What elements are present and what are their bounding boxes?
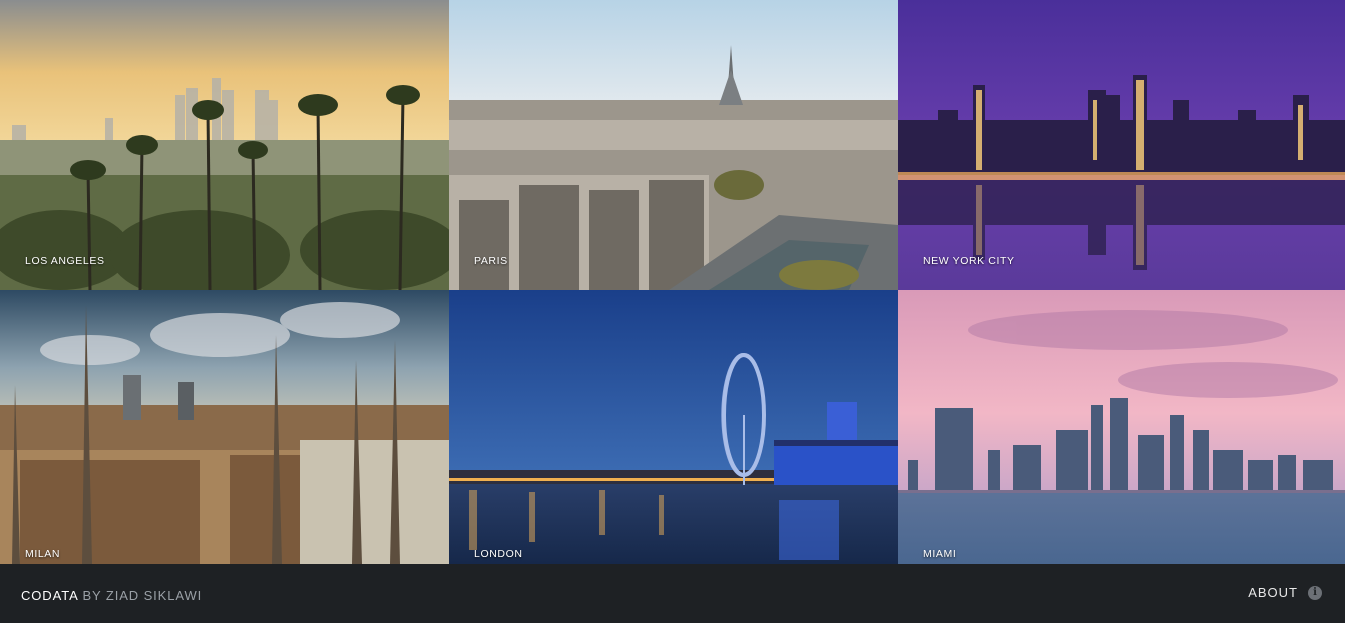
- about-label: ABOUT: [1248, 585, 1298, 600]
- city-label: LONDON: [474, 548, 523, 560]
- city-label: MILAN: [25, 548, 61, 560]
- new-york-city-image: [898, 0, 1345, 290]
- brand-name: CODATA: [21, 588, 78, 603]
- city-label: LOS ANGELES: [25, 255, 105, 267]
- city-tile-los-angeles[interactable]: LOS ANGELES: [0, 0, 449, 290]
- paris-image: [449, 0, 898, 290]
- los-angeles-image: [0, 0, 449, 290]
- miami-image: [898, 290, 1345, 564]
- info-icon: i: [1308, 585, 1322, 600]
- city-tile-milan[interactable]: MILAN: [0, 290, 449, 564]
- city-label: NEW YORK CITY: [923, 255, 1015, 267]
- about-button[interactable]: ABOUT i: [1248, 585, 1322, 600]
- milan-image: [0, 290, 449, 564]
- brand[interactable]: CODATA BY ZIAD SIKLAWI: [21, 588, 202, 603]
- footer-bar: CODATA BY ZIAD SIKLAWI ABOUT i: [0, 564, 1345, 623]
- city-grid: LOS ANGELES PARIS NEW YORK CITY MILAN LO…: [0, 0, 1345, 564]
- city-tile-new-york-city[interactable]: NEW YORK CITY: [898, 0, 1345, 290]
- london-image: [449, 290, 898, 564]
- city-label: PARIS: [474, 255, 508, 267]
- city-tile-paris[interactable]: PARIS: [449, 0, 898, 290]
- city-tile-london[interactable]: LONDON: [449, 290, 898, 564]
- city-tile-miami[interactable]: MIAMI: [898, 290, 1345, 564]
- city-label: MIAMI: [923, 548, 957, 560]
- brand-byline: BY ZIAD SIKLAWI: [82, 588, 203, 603]
